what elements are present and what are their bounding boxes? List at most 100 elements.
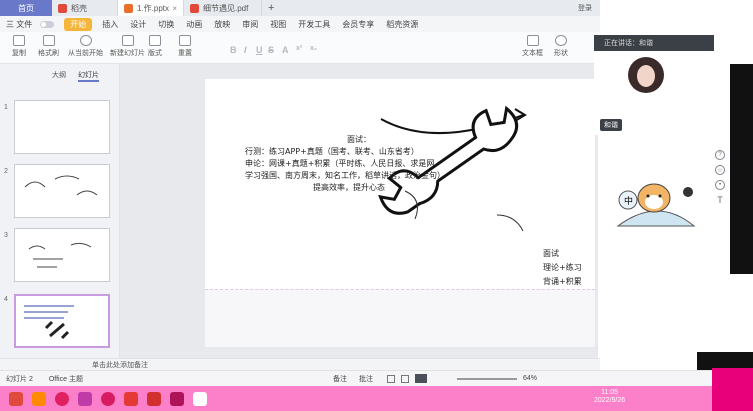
tab-docer-label: 稻壳 — [71, 3, 87, 13]
app-icon[interactable] — [124, 391, 138, 406]
format-painter-button[interactable]: 格式刷 — [38, 35, 59, 58]
browser-icon[interactable] — [55, 391, 69, 406]
textbox-icon — [526, 35, 539, 46]
zoom-level: 64% — [522, 375, 537, 382]
bold-button[interactable]: B — [230, 45, 237, 55]
menu-developer[interactable]: 开发工具 — [292, 19, 336, 30]
slide-line-1: 行测：练习APP+真题（国考、联考、山东省考） — [245, 147, 419, 156]
new-slide-label: 新建幻灯片 — [110, 50, 145, 57]
meeting-header: 正在讲话：和谐 — [604, 40, 653, 47]
new-tab-button[interactable]: + — [262, 0, 280, 16]
menu-bar: 三 文件 开始 插入 设计 切换 动画 放映 审阅 视图 开发工具 会员专享 稻… — [0, 16, 600, 32]
app-icon[interactable] — [9, 391, 23, 406]
textbox-label: 文本框 — [522, 50, 543, 57]
brush-icon — [42, 35, 55, 46]
thumb-doodle — [24, 175, 98, 196]
tab-pdf[interactable]: 细节遇见.pdf — [184, 0, 262, 16]
superscript-button[interactable]: x² — [296, 45, 302, 52]
location-icon[interactable]: • — [715, 180, 725, 190]
meeting-window[interactable]: 正在讲话：和谐 和谐 — [594, 35, 714, 135]
shape-icon — [555, 35, 567, 46]
slide-right-2: 理论+练习 — [543, 263, 582, 272]
tab-docer[interactable]: 稻壳 — [52, 0, 118, 16]
play-icon[interactable] — [414, 374, 427, 383]
underline-button[interactable]: U — [256, 45, 263, 55]
slide-title-text: 面试： — [347, 135, 371, 144]
slide-number: 1 — [4, 104, 8, 111]
toggle-switch[interactable] — [40, 20, 55, 28]
normal-view-icon[interactable] — [386, 374, 395, 383]
menu-design[interactable]: 设计 — [124, 19, 152, 30]
zoom-slider[interactable] — [456, 377, 517, 380]
slide-line-3: 学习强国、南方周末，知名工作，稻草讲话，政治金句） — [245, 171, 445, 180]
docer-icon — [58, 3, 67, 13]
reset-button[interactable]: 重置 — [178, 35, 192, 58]
slide-thumbnail-panel: 大纲 幻灯片 1 2 3 4 — [0, 64, 120, 358]
font-color-button[interactable]: A — [282, 45, 289, 55]
layout-button[interactable]: 版式 — [148, 35, 162, 58]
menu-animations[interactable]: 动画 — [180, 19, 208, 30]
dark-strip — [730, 64, 753, 274]
play-from-current-button[interactable]: 从当前开始 — [68, 35, 103, 58]
slides-tab[interactable]: 幻灯片 — [78, 70, 99, 82]
notes-placeholder: 单击此处添加备注 — [92, 361, 148, 369]
slide-thumbnail-2[interactable] — [14, 164, 110, 218]
reset-label: 重置 — [178, 50, 192, 57]
menu-transitions[interactable]: 切换 — [152, 19, 180, 30]
slide-line-4: 提高效率，提升心态 — [313, 183, 385, 192]
app-icon[interactable] — [101, 391, 115, 406]
slide-thumbnail-3[interactable] — [14, 228, 110, 282]
menu-resources[interactable]: 稻壳资源 — [380, 19, 424, 30]
tab-home[interactable]: 首页 — [0, 0, 52, 16]
status-bar: 幻灯片 2 Office 主题 备注 批注 64% — [0, 370, 712, 386]
slide-indicator: 幻灯片 2 — [6, 375, 33, 383]
current-slide[interactable]: 面试： 行测：练习APP+真题（国考、联考、山东省考） 申论：网课+真题+积累（… — [205, 79, 595, 289]
close-icon[interactable]: × — [172, 4, 177, 13]
text-icon[interactable]: T — [715, 195, 725, 205]
outline-tab[interactable]: 大纲 — [52, 70, 66, 80]
speaker-name: 和谐 — [600, 119, 622, 131]
wps-icon[interactable] — [147, 391, 161, 406]
app-icon[interactable] — [170, 391, 184, 406]
login-button[interactable]: 登录 — [578, 3, 592, 13]
new-slide-button[interactable]: 新建幻灯片 — [110, 35, 145, 58]
menu-member[interactable]: 会员专享 — [336, 19, 380, 30]
app-icon[interactable] — [78, 391, 92, 406]
reset-icon — [179, 35, 191, 46]
star-icon[interactable]: ☆ — [715, 165, 725, 175]
tab-pptx[interactable]: 1.作.pptx × — [118, 0, 184, 16]
slide-thumbnail-1[interactable] — [14, 100, 110, 154]
app-icon[interactable] — [32, 391, 46, 406]
shape-button[interactable]: 形状 — [554, 35, 568, 58]
tab-pptx-label: 1.作.pptx — [137, 3, 170, 13]
menu-review[interactable]: 审阅 — [236, 19, 264, 30]
notes-toggle-button[interactable]: 备注 — [333, 374, 347, 384]
subscript-button[interactable]: x₂ — [310, 45, 317, 52]
slide-number: 3 — [4, 232, 8, 239]
comment-button[interactable]: 批注 — [359, 374, 373, 384]
menu-home[interactable]: 开始 — [64, 17, 93, 31]
italic-button[interactable]: I — [244, 45, 247, 55]
menu-insert[interactable]: 插入 — [96, 19, 124, 30]
thumb-wrench — [24, 305, 74, 340]
camera-view: 和谐 — [594, 51, 714, 135]
app-icon[interactable] — [193, 391, 207, 406]
menu-file[interactable]: 三 文件 — [0, 19, 38, 30]
menu-view[interactable]: 视图 — [264, 19, 292, 30]
textbox-button[interactable]: 文本框 — [522, 35, 543, 58]
svg-text:中: 中 — [624, 195, 633, 207]
start-corner[interactable] — [712, 368, 753, 411]
slide-thumbnail-4[interactable] — [14, 294, 110, 348]
help-icon[interactable]: ? — [715, 150, 725, 160]
play-label: 从当前开始 — [68, 50, 103, 57]
menu-slideshow[interactable]: 放映 — [208, 19, 236, 30]
pptx-icon — [124, 3, 133, 13]
thumb-doodle — [28, 242, 92, 268]
shape-label: 形状 — [554, 50, 568, 57]
shiba-sticker: 中 — [616, 183, 696, 227]
notes-bar[interactable]: 单击此处添加备注 — [0, 358, 600, 370]
sorter-view-icon[interactable] — [400, 374, 409, 383]
strike-button[interactable]: S — [268, 45, 274, 55]
copy-button[interactable]: 复制 — [12, 35, 26, 58]
system-clock: 11:05 2022/9/26 — [594, 389, 625, 406]
